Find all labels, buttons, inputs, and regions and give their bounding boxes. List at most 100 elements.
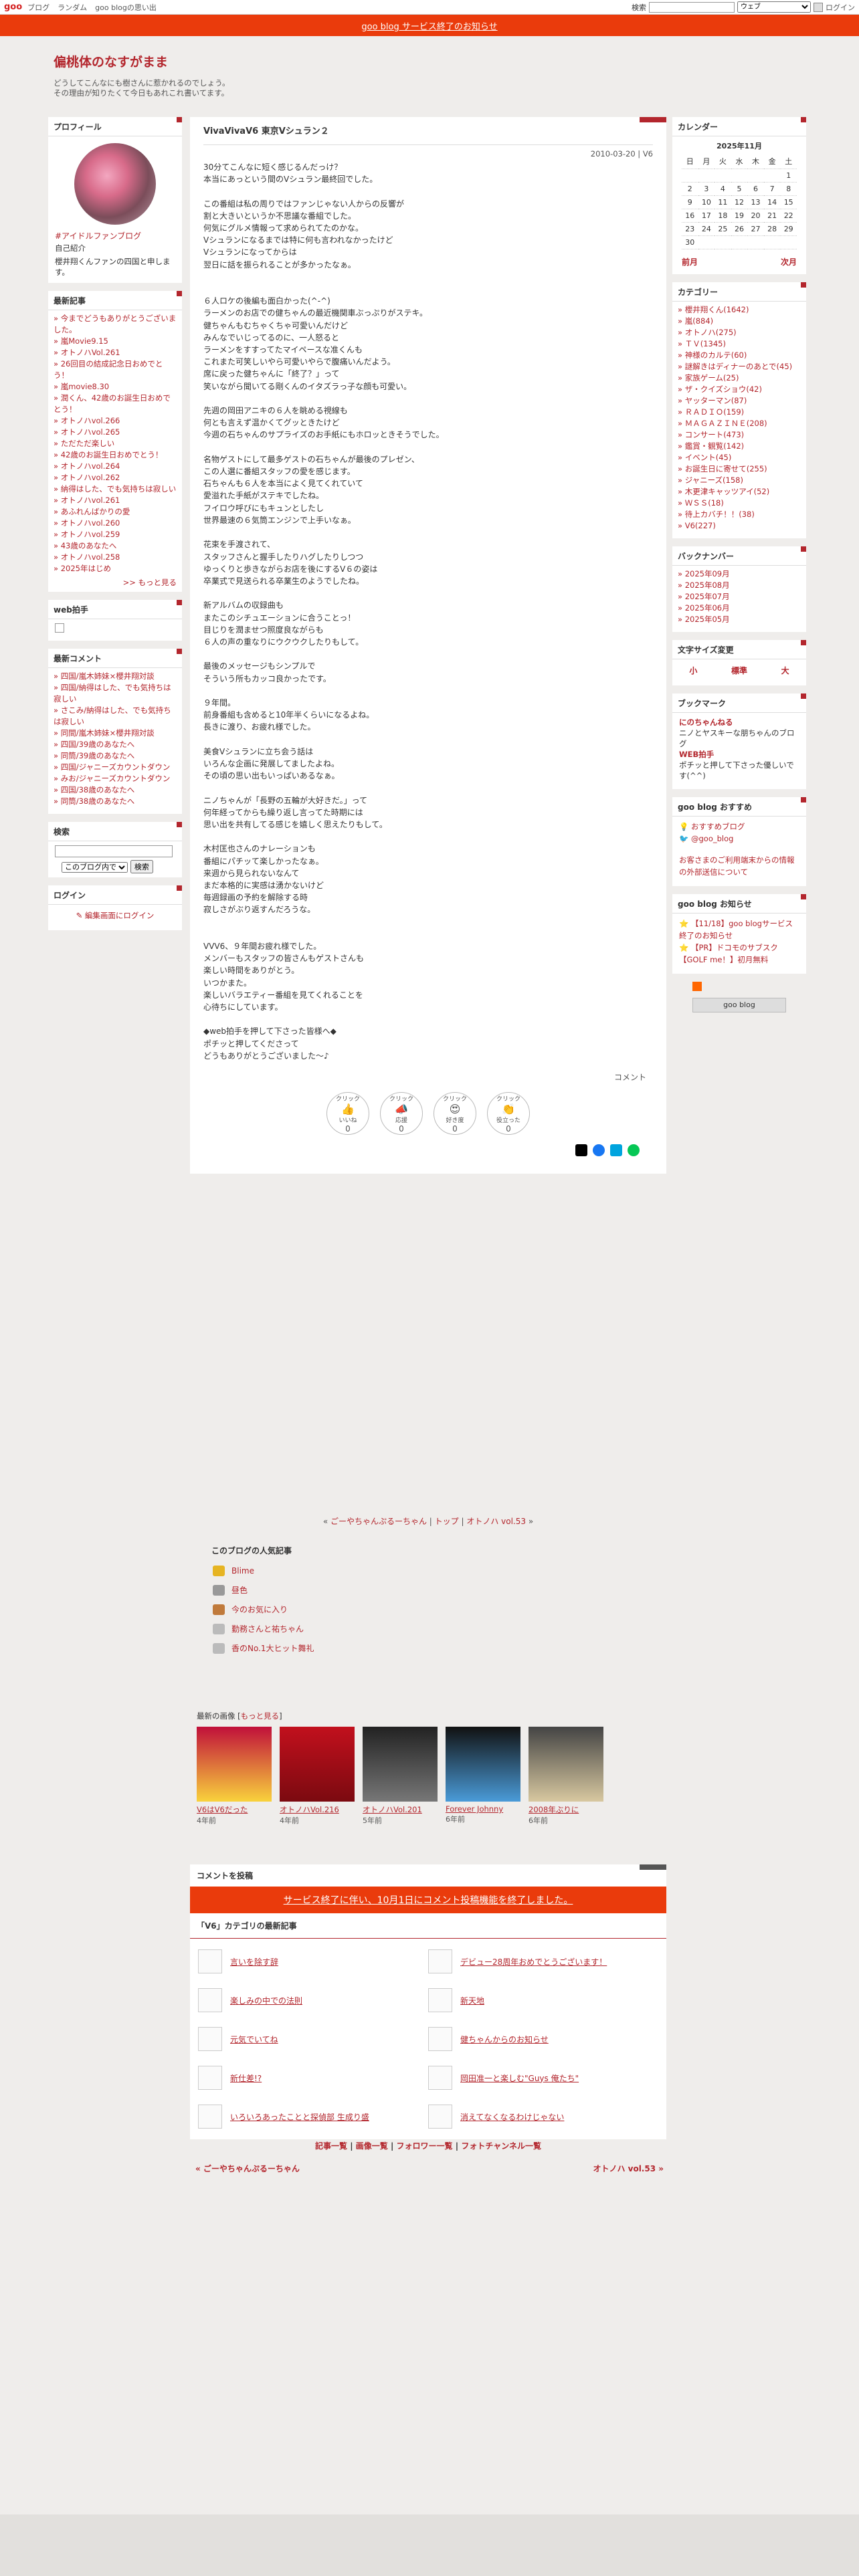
category-recent-item[interactable]: 岡田准一と楽しむ"Guys 俺たち" <box>428 2066 658 2090</box>
comment-closed-notice[interactable]: サービス終了に伴い、10月1日にコメント投稿機能を終了しました。 <box>190 1887 666 1913</box>
reaction-応援-button[interactable]: クリック 📣 応援 0 <box>380 1092 423 1136</box>
category-recent-title[interactable]: 健ちゃんからのお知らせ <box>460 2034 549 2045</box>
thumb-caption[interactable]: オトノハVol.201 <box>363 1804 438 1815</box>
recent-post-item[interactable]: オトノハvol.259 <box>54 529 177 540</box>
category-recent-title[interactable]: 楽しみの中での法則 <box>230 1995 302 2006</box>
recent-post-item[interactable]: 潤くん、42歳のお誕生日おめでとう！ <box>54 393 177 415</box>
image-thumb[interactable]: オトノハVol.216 4年前 <box>280 1727 355 1826</box>
recent-post-item[interactable]: オトノハvol.261 <box>54 495 177 506</box>
nav-memories[interactable]: goo blogの思い出 <box>95 2 157 13</box>
category-item[interactable]: ザ・クイズショウ(42) <box>678 384 801 395</box>
recent-post-item[interactable]: 納得はした、でも気持ちは寂しい <box>54 484 177 495</box>
recent-comment-item[interactable]: さこみ/納得はした、でも気持ちは寂しい <box>54 705 177 728</box>
top-search-input[interactable] <box>649 1 735 13</box>
news-link-2[interactable]: ⭐ 【PR】ドコモのサブスク【GOLF me！】初月無料 <box>679 942 799 966</box>
thumb-image[interactable] <box>529 1727 603 1802</box>
recent-comment-item[interactable]: 四国/38歳のあなたへ <box>54 784 177 796</box>
popular-item[interactable]: Blime <box>213 1566 656 1576</box>
recent-comment-item[interactable]: 同筒/38歳のあなたへ <box>54 796 177 807</box>
recent-post-item[interactable]: 2025年はじめ <box>54 563 177 574</box>
recent-comment-item[interactable]: 四国/嵐木姉妹×櫻井翔対談 <box>54 671 177 682</box>
thumb-caption[interactable]: V6はV6だった <box>197 1804 272 1815</box>
popular-title[interactable]: 香のNo.1大ヒット舞礼 <box>231 1642 314 1654</box>
image-thumb[interactable]: オトノハVol.201 5年前 <box>363 1727 438 1826</box>
thumb-image[interactable] <box>446 1727 520 1802</box>
category-item[interactable]: 家族ゲーム(25) <box>678 372 801 384</box>
thumb-caption[interactable]: Forever Johnny <box>446 1804 520 1814</box>
recent-post-item[interactable]: オトノハvol.260 <box>54 518 177 529</box>
backnumber-item[interactable]: 2025年09月 <box>678 568 801 580</box>
category-item[interactable]: ＭＡＧＡＺＩＮＥ(208) <box>678 418 801 429</box>
hatena-share-icon[interactable] <box>610 1144 622 1157</box>
footer-prev-link[interactable]: « ごーやちゃんぷるーちゃん <box>195 2163 300 2174</box>
rss-icon[interactable] <box>692 982 702 991</box>
footer-images-link[interactable]: 画像一覧 <box>356 2141 388 2151</box>
textsize-large[interactable]: 大 <box>781 665 789 676</box>
prev-entry-link[interactable]: ごーやちゃんぷるーちゃん <box>330 1517 427 1526</box>
category-recent-title[interactable]: デビュー28周年おめでとうございます！ <box>460 1956 607 1967</box>
reaction-好き度-button[interactable]: クリック 😍 好き度 0 <box>434 1092 476 1136</box>
category-recent-item[interactable]: 楽しみの中での法則 <box>198 1988 428 2012</box>
footer-followers-link[interactable]: フォロワー一覧 <box>397 2141 453 2151</box>
backnumber-item[interactable]: 2025年05月 <box>678 614 801 625</box>
textsize-normal[interactable]: 標準 <box>731 665 747 676</box>
category-item[interactable]: 謎解きはディナーのあとで(45) <box>678 361 801 372</box>
recent-post-item[interactable]: オトノハvol.264 <box>54 461 177 472</box>
thumb-image[interactable] <box>197 1727 272 1802</box>
recent-post-item[interactable]: 26回目の結成記念日おめでとう！ <box>54 358 177 381</box>
category-recent-title[interactable]: 消えてなくなるわけじゃない <box>460 2111 564 2123</box>
thumb-image[interactable] <box>363 1727 438 1802</box>
popular-item[interactable]: 昼色 <box>213 1584 656 1596</box>
entry-title[interactable]: VivaVivaV6 東京Vシュラン２ <box>203 117 653 145</box>
recent-comment-item[interactable]: 四国/納得はした、でも気持ちは寂しい <box>54 682 177 705</box>
recent-comment-item[interactable]: 四国/39歳のあなたへ <box>54 739 177 750</box>
category-recent-item[interactable]: 消えてなくなるわけじゃない <box>428 2105 658 2129</box>
recent-comment-item[interactable]: 同間/嵐木姉妹×櫻井翔対談 <box>54 728 177 739</box>
category-recent-item[interactable]: デビュー28周年おめでとうございます！ <box>428 1949 658 1973</box>
footer-entries-link[interactable]: 記事一覧 <box>315 2141 347 2151</box>
news-link-1[interactable]: ⭐ 【11/18】goo blogサービス終了のお知らせ <box>679 918 799 942</box>
edit-login-link[interactable]: ✎ 編集画面にログイン <box>48 905 182 926</box>
image-thumb[interactable]: Forever Johnny 6年前 <box>446 1727 520 1826</box>
nav-blog[interactable]: ブログ <box>27 2 50 13</box>
reaction-いいね-button[interactable]: クリック 👍 いいね 0 <box>326 1092 369 1136</box>
recent-comment-item[interactable]: 四国/ジャニーズカウントダウン <box>54 762 177 773</box>
category-item[interactable]: 鑑賞・観覧(142) <box>678 441 801 452</box>
popular-item[interactable]: 今のお気に入り <box>213 1604 656 1615</box>
footer-next-link[interactable]: オトノハ vol.53 » <box>593 2163 664 2174</box>
category-item[interactable]: コンサート(473) <box>678 429 801 441</box>
login-link[interactable]: ログイン <box>826 2 855 13</box>
top-link[interactable]: トップ <box>435 1517 459 1526</box>
category-recent-item[interactable]: いろいろあったことと探偵部 生成り盛 <box>198 2105 428 2129</box>
category-item[interactable]: 神様のカルテ(60) <box>678 350 801 361</box>
thumb-caption[interactable]: オトノハVol.216 <box>280 1804 355 1815</box>
recent-post-item[interactable]: 嵐Movie9.15 <box>54 336 177 347</box>
thumb-image[interactable] <box>280 1727 355 1802</box>
popular-title[interactable]: 今のお気に入り <box>231 1604 288 1615</box>
more-images-link[interactable]: もっと見る <box>241 1711 280 1721</box>
category-recent-item[interactable]: 健ちゃんからのお知らせ <box>428 2027 658 2051</box>
profile-category-link[interactable]: #アイドルファンブログ <box>48 230 182 241</box>
bookmark-link-2[interactable]: WEB拍手 <box>679 750 714 759</box>
thumb-caption[interactable]: 2008年ぶりに <box>529 1804 603 1815</box>
service-end-banner[interactable]: goo blog サービス終了のお知らせ <box>0 15 859 36</box>
recent-comment-item[interactable]: 同筒/39歳のあなたへ <box>54 750 177 762</box>
category-recent-item[interactable]: 言いを除す辞 <box>198 1949 428 1973</box>
category-item[interactable]: 櫻井翔くん(1642) <box>678 304 801 316</box>
line-share-icon[interactable] <box>628 1144 640 1157</box>
recent-post-item[interactable]: 42歳のお誕生日おめでとう！ <box>54 449 177 461</box>
nav-random[interactable]: ランダム <box>58 2 87 13</box>
category-recent-title[interactable]: 岡田准一と楽しむ"Guys 俺たち" <box>460 2072 579 2084</box>
entry-date[interactable]: 2010-03-20 | V6 <box>203 145 653 161</box>
goo-blog-badge[interactable]: goo blog <box>692 998 786 1012</box>
recent-comment-item[interactable]: みお/ジャニーズカウントダウン <box>54 773 177 784</box>
external-info-link[interactable]: お客さまのご利用端末からの情報の外部送信について <box>679 854 799 878</box>
more-posts-link[interactable]: >> もっと見る <box>48 577 182 588</box>
category-item[interactable]: 嵐(884) <box>678 316 801 327</box>
blog-title[interactable]: 偏桃体のなすがまま <box>54 52 522 70</box>
category-recent-title[interactable]: いろいろあったことと探偵部 生成り盛 <box>230 2111 369 2123</box>
popular-item[interactable]: 勤務さんと祐ちゃん <box>213 1623 656 1634</box>
popular-item[interactable]: 香のNo.1大ヒット舞礼 <box>213 1642 656 1654</box>
category-recent-title[interactable]: 元気でいてね <box>230 2034 278 2045</box>
category-item[interactable]: ジャニーズ(158) <box>678 475 801 486</box>
